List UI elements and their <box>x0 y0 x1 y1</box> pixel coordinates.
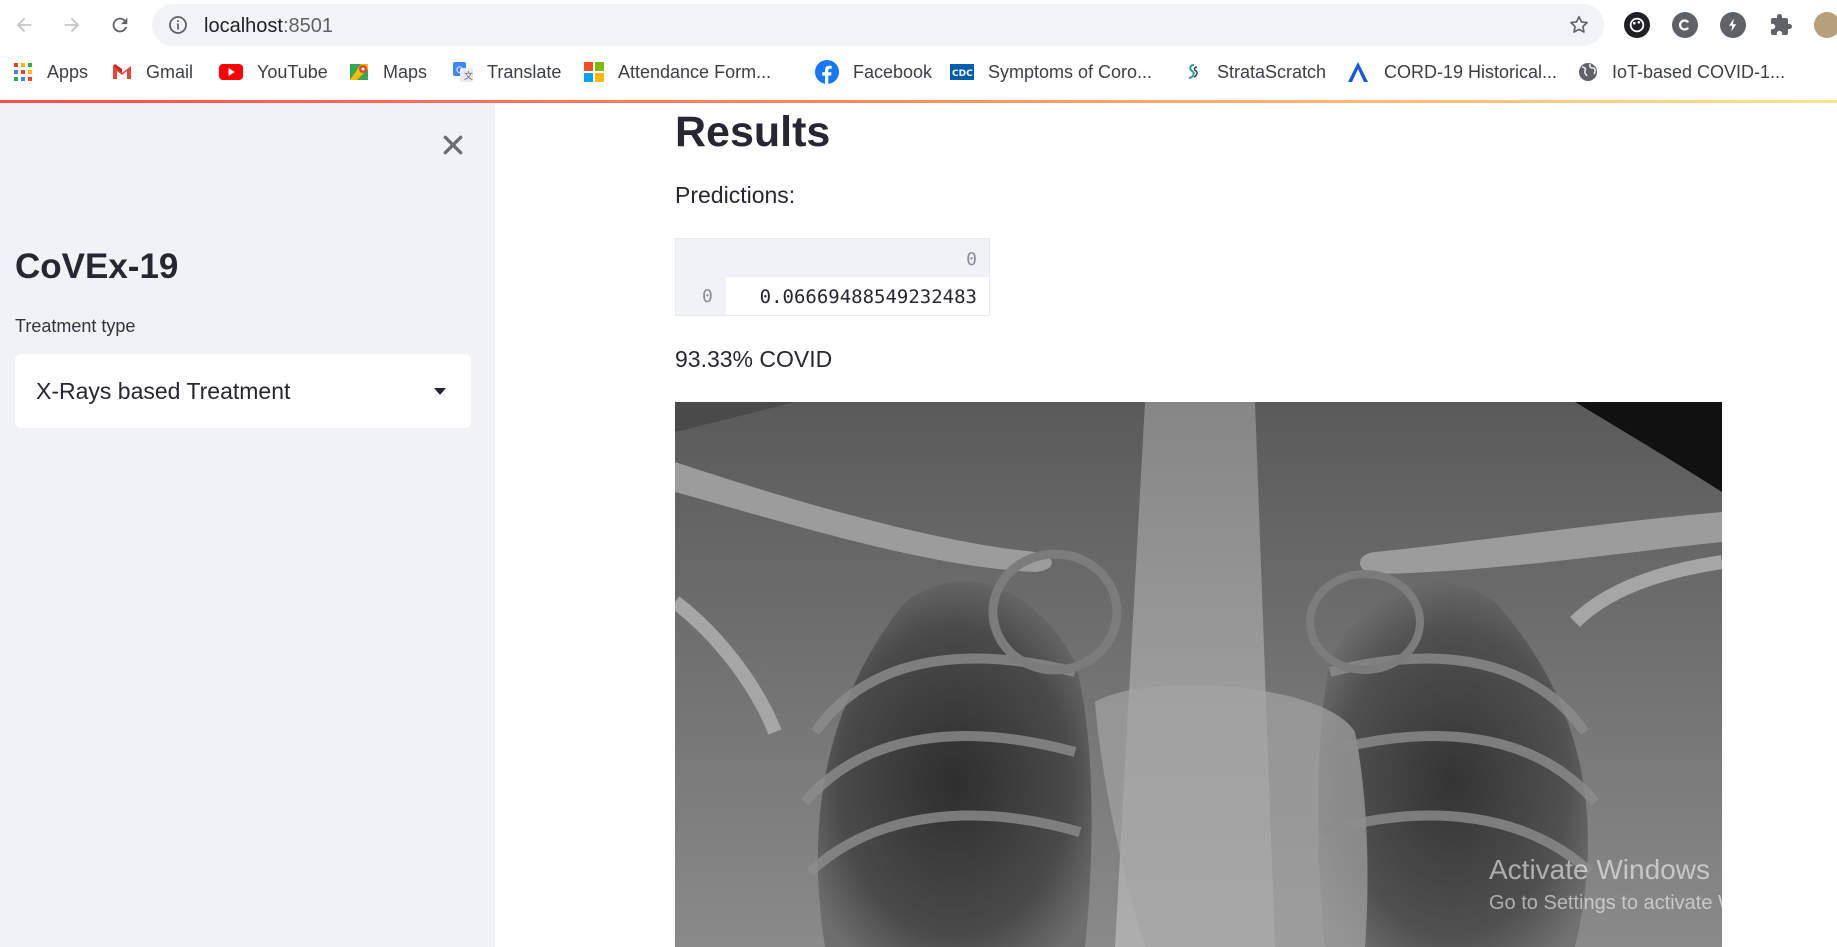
bookmark-label: Facebook <box>853 61 933 82</box>
predictions-dataframe[interactable]: 0 0 0.06669488549232483 <box>675 238 990 316</box>
gmail-icon <box>112 62 132 82</box>
treatment-type-select[interactable]: X-Rays based Treatment <box>15 354 471 428</box>
microsoft-icon <box>584 62 604 82</box>
bookmark-gmail[interactable]: Gmail <box>112 60 193 84</box>
svg-text:CDC: CDC <box>952 69 973 79</box>
prediction-value: 0.06669488549232483 <box>759 286 977 308</box>
extension-c-icon[interactable] <box>1672 12 1698 38</box>
sidebar: CoVEx-19 Treatment type X-Rays based Tre… <box>0 103 495 947</box>
selected-treatment-value: X-Rays based Treatment <box>36 378 291 404</box>
reload-icon <box>112 17 128 33</box>
bookmark-label: IoT-based COVID-1... <box>1612 61 1786 82</box>
globe-icon <box>1578 62 1598 82</box>
bookmark-label: Gmail <box>146 61 194 82</box>
url-text: localhost:8501 <box>204 15 333 37</box>
results-heading: Results <box>675 108 831 156</box>
dataframe-cell[interactable]: 0.06669488549232483 <box>726 277 989 315</box>
bookmark-stratascratch[interactable]: StrataScratch <box>1183 60 1326 84</box>
forward-button[interactable] <box>56 9 88 41</box>
bookmark-symptoms[interactable]: CDC Symptoms of Coro... <box>950 60 1152 84</box>
arrow-left-icon <box>16 17 32 33</box>
facebook-icon <box>815 60 839 84</box>
bookmark-star-icon[interactable] <box>1568 14 1590 36</box>
bookmark-label: Maps <box>383 61 428 82</box>
youtube-icon <box>219 62 243 82</box>
bookmark-label: StrataScratch <box>1217 61 1327 82</box>
row-index-text: 0 <box>702 286 713 307</box>
predictions-label: Predictions: <box>675 182 796 208</box>
bookmark-label: Apps <box>47 61 89 82</box>
profile-avatar[interactable] <box>1814 12 1837 38</box>
treatment-type-label: Treatment type <box>15 316 136 336</box>
reload-button[interactable] <box>104 9 136 41</box>
bookmark-translate[interactable]: G文 Translate <box>453 60 561 84</box>
close-sidebar-button[interactable] <box>438 130 468 160</box>
arrow-right-icon <box>64 17 80 33</box>
covid-probability-text: 93.33% COVID <box>675 346 833 372</box>
bookmark-maps[interactable]: Maps <box>349 60 427 84</box>
dataframe-row-index: 0 <box>676 277 726 315</box>
back-button[interactable] <box>8 9 40 41</box>
bookmark-label: Attendance Form... <box>618 61 772 82</box>
watermark-line-2: Go to Settings to activate Windows. <box>1489 892 1805 914</box>
bookmark-apps[interactable]: Apps <box>13 60 88 84</box>
bookmark-cord19[interactable]: CORD-19 Historical... <box>1346 60 1557 84</box>
extension-bolt-icon[interactable] <box>1720 12 1746 38</box>
extensions-puzzle-icon[interactable] <box>1768 12 1794 38</box>
close-icon <box>443 135 463 155</box>
cord19-icon <box>1346 62 1370 82</box>
bookmark-youtube[interactable]: YouTube <box>219 60 328 84</box>
bookmarks-bar: Apps Gmail YouTube Maps G文 Translate Att… <box>0 50 1837 94</box>
dataframe-column-header: 0 <box>676 239 989 277</box>
bookmark-label: YouTube <box>257 61 328 82</box>
bookmark-label: Symptoms of Coro... <box>988 61 1153 82</box>
bookmark-label: CORD-19 Historical... <box>1384 61 1558 82</box>
windows-activation-watermark: Activate Windows Go to Settings to activ… <box>1489 854 1805 915</box>
bookmark-iot-covid[interactable]: IoT-based COVID-1... <box>1578 60 1785 84</box>
cdc-icon: CDC <box>950 62 974 82</box>
stratascratch-icon <box>1183 62 1203 82</box>
browser-toolbar: localhost:8501 <box>0 0 1837 50</box>
bookmark-facebook[interactable]: Facebook <box>815 60 932 84</box>
chevron-down-icon <box>434 388 446 395</box>
bookmark-attendance-form[interactable]: Attendance Form... <box>584 60 771 84</box>
address-bar[interactable]: localhost:8501 <box>152 4 1604 46</box>
extension-paint-icon[interactable] <box>1624 12 1650 38</box>
svg-text:文: 文 <box>464 70 473 82</box>
site-info-icon[interactable] <box>168 15 188 35</box>
watermark-line-1: Activate Windows <box>1489 854 1710 885</box>
maps-icon <box>349 62 369 82</box>
column-header-text: 0 <box>966 249 977 270</box>
apps-grid-icon <box>13 62 33 82</box>
bookmark-label: Translate <box>487 61 562 82</box>
svg-text:G: G <box>456 66 463 76</box>
app-title: CoVEx-19 <box>15 247 179 286</box>
translate-icon: G文 <box>453 62 473 82</box>
